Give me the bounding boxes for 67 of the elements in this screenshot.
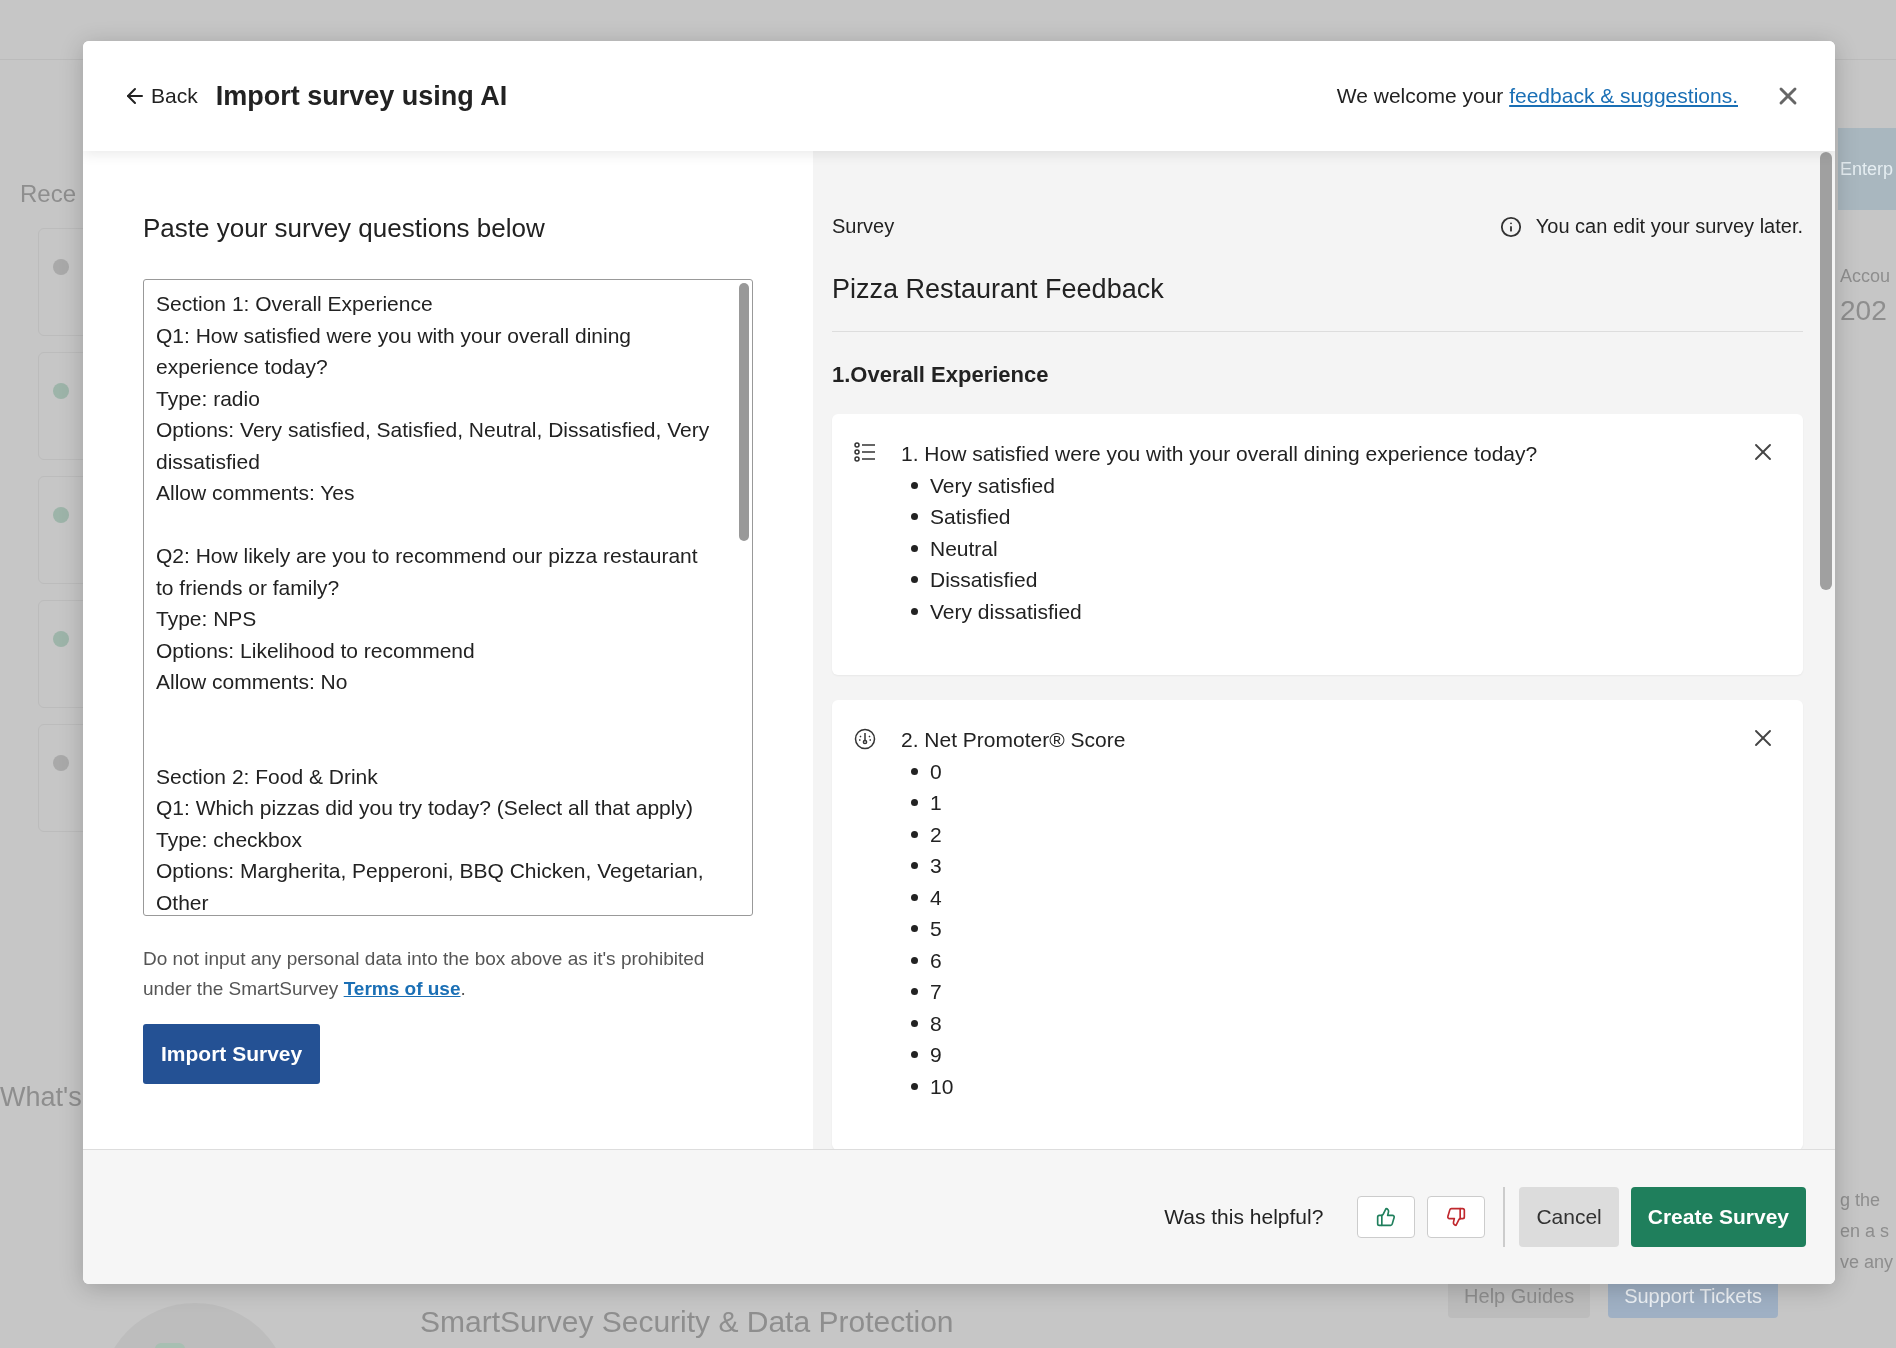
- option-text: Very satisfied: [930, 472, 1055, 499]
- question-text: 1. How satisfied were you with your overall dining experience today?: [901, 441, 1539, 467]
- option-text: 8: [930, 1010, 942, 1037]
- feedback-text: We welcome your feedback & suggestions.: [1336, 84, 1738, 108]
- option-text: Dissatisfied: [930, 567, 1038, 593]
- import-button[interactable]: Import Survey: [143, 1024, 321, 1084]
- panel-heading: Paste your survey questions below: [143, 213, 545, 244]
- bullet-icon: [911, 1051, 918, 1059]
- list-icon: [854, 442, 876, 462]
- bullet-icon: [911, 799, 918, 807]
- account-value: 202: [1839, 295, 1888, 327]
- option-text: 10: [930, 1073, 954, 1100]
- create-button[interactable]: Create Survey: [1630, 1187, 1806, 1247]
- option-text: Neutral: [930, 535, 998, 562]
- disclaimer-text: Do not input any personal data into the box above as it's prohibited under the SmartSurvey Terms of use.: [143, 947, 706, 1001]
- bullet-icon: [911, 1082, 918, 1090]
- survey-label: Survey: [832, 215, 895, 238]
- bullet-icon: [911, 956, 918, 964]
- helpful-prompt: Was this helpful?: [1164, 1205, 1324, 1229]
- plan-banner: Enterp: [1838, 128, 1896, 210]
- info-icon: [1499, 215, 1522, 238]
- body-text: en a s: [1839, 1220, 1891, 1243]
- bullet-icon: [911, 513, 918, 521]
- bullet-icon: [911, 767, 918, 775]
- bullet-icon: [911, 862, 918, 870]
- cancel-button[interactable]: Cancel: [1519, 1187, 1619, 1247]
- back-button[interactable]: Back: [123, 84, 198, 108]
- questions-field[interactable]: Section 1: Overall Experience Q1: How satisfied were you with your overall dining experience today? Type: radio Options: Very satisfied, Satisfied, Neutral, Dissatisfied, Very dissatisfied Allow comments: Yes Q2: How likely are you to recommend our pizza restaurant to friends or family? Type: NPS Options: Likelihood to recommend Allow comments: No Section 2: Food & Drink Q1: Which pizzas did you try today? (Select all that apply) Type: checkbox Options: Margherita, Pepperoni, BBQ Chicken, Vegetarian, Other: [143, 279, 753, 916]
- section-heading: Rece: [20, 180, 77, 208]
- option-text: 2: [930, 821, 942, 848]
- section-title: 1.Overall Experience: [832, 362, 1050, 388]
- scrollbar-thumb[interactable]: [739, 283, 749, 541]
- thumbs-up-icon: [1376, 1207, 1397, 1227]
- bullet-icon: [911, 893, 918, 901]
- option-text: 5: [930, 916, 942, 942]
- bullet-icon: [911, 607, 918, 615]
- thumbs-down-icon: [1446, 1207, 1467, 1227]
- thumbs-down-button[interactable]: [1427, 1196, 1486, 1238]
- bullet-icon: [911, 830, 918, 838]
- option-text: 7: [930, 979, 942, 1005]
- option-text: Satisfied: [930, 504, 1011, 530]
- option-text: 9: [930, 1042, 942, 1068]
- dialog-title: Import survey using AI: [215, 80, 508, 112]
- gauge-icon: [854, 728, 876, 750]
- bullet-icon: [911, 988, 918, 996]
- option-text: 1: [930, 790, 942, 816]
- option-text: 6: [930, 947, 942, 974]
- terms-link[interactable]: Terms of use: [343, 978, 461, 999]
- question-text: 2. Net Promoter® Score: [901, 727, 1127, 753]
- bullet-icon: [911, 1019, 918, 1027]
- article-title: SmartSurvey Security & Data Protection: [420, 1305, 954, 1339]
- option-text: 4: [930, 884, 942, 911]
- bullet-icon: [911, 925, 918, 933]
- option-text: 3: [930, 853, 942, 879]
- thumbs-up-button[interactable]: [1357, 1196, 1416, 1238]
- option-text: 0: [930, 758, 942, 785]
- scrollbar-thumb[interactable]: [1820, 152, 1832, 590]
- survey-title: Pizza Restaurant Feedback: [832, 274, 1803, 332]
- section-heading: What's: [0, 1082, 82, 1113]
- bullet-icon: [911, 576, 918, 584]
- body-text: ve any: [1839, 1251, 1895, 1274]
- feedback-link[interactable]: feedback & suggestions.: [1509, 84, 1738, 107]
- option-text: Very dissatisfied: [930, 598, 1082, 625]
- bullet-icon: [911, 481, 918, 489]
- hint-text: You can edit your survey later.: [1535, 215, 1803, 238]
- bullet-icon: [911, 544, 918, 552]
- account-label: Accou: [1839, 266, 1892, 287]
